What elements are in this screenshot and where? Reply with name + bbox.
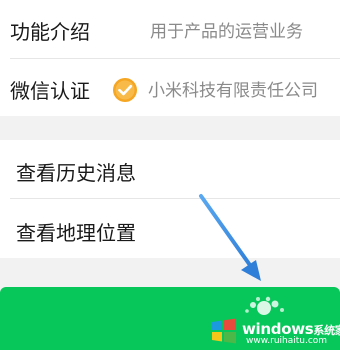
history-messages-item[interactable]: 查看历史消息: [0, 140, 340, 198]
intro-value: 用于产品的运营业务: [150, 22, 303, 42]
intro-label: 功能介绍: [10, 20, 90, 44]
verification-label: 微信认证: [10, 79, 90, 103]
watermark-url: www.ruihaitu.com: [246, 336, 328, 346]
info-row-intro: 功能介绍 用于产品的运营业务: [0, 0, 340, 58]
actions-card: 查看历史消息 查看地理位置: [0, 140, 340, 258]
watermark-splash-icon: [245, 296, 284, 315]
view-location-item[interactable]: 查看地理位置: [0, 199, 340, 258]
windows-logo-icon: [212, 318, 236, 344]
view-location-label: 查看地理位置: [16, 221, 136, 245]
info-row-verification: 微信认证 小米科技有限责任公司: [0, 59, 340, 116]
watermark: windows系统家园 www.ruihaitu.com: [206, 296, 340, 350]
verified-badge-icon: [113, 78, 137, 102]
account-info-card: 功能介绍 用于产品的运营业务 微信认证 小米科技有限责任公司: [0, 0, 340, 116]
history-messages-label: 查看历史消息: [16, 161, 136, 185]
verification-value: 小米科技有限责任公司: [148, 81, 318, 101]
